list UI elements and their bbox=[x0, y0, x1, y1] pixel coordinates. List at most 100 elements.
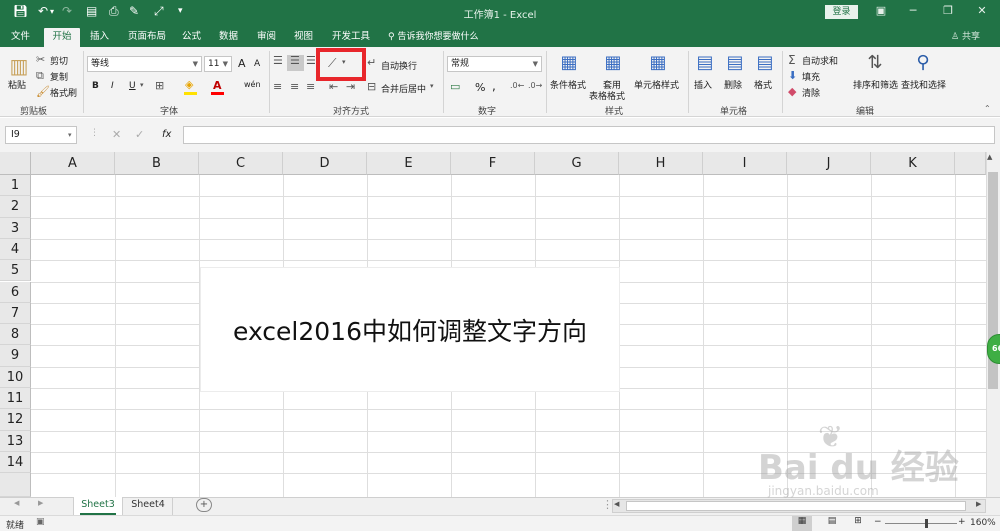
zoom-slider[interactable] bbox=[885, 523, 957, 524]
row-header[interactable]: 6 bbox=[0, 281, 31, 303]
align-right-icon[interactable]: ≡ bbox=[306, 80, 315, 93]
align-left-icon[interactable]: ≡ bbox=[273, 80, 282, 93]
tab-home[interactable]: 开始 bbox=[44, 28, 80, 47]
zoom-slider-thumb[interactable] bbox=[925, 519, 928, 528]
side-badge[interactable]: 66 bbox=[987, 334, 1000, 364]
bottom-align-icon[interactable]: ☰ bbox=[306, 54, 316, 67]
paste-button[interactable]: 粘贴 bbox=[8, 78, 26, 91]
bold-button[interactable]: B bbox=[92, 81, 99, 91]
column-header[interactable]: K bbox=[871, 152, 955, 175]
clear-button[interactable]: 清除 bbox=[802, 86, 820, 99]
row-header[interactable]: 4 bbox=[0, 238, 31, 261]
scissors-icon[interactable]: ✂ bbox=[36, 53, 45, 66]
tab-developer[interactable]: 开发工具 bbox=[327, 28, 375, 47]
column-header[interactable]: J bbox=[787, 152, 871, 175]
decrease-decimal-icon[interactable]: .0→ bbox=[528, 81, 542, 90]
autosum-button[interactable]: 自动求和 bbox=[802, 54, 838, 67]
sort-filter-button[interactable]: 排序和筛选 bbox=[853, 78, 898, 91]
format-painter-icon[interactable]: 🖌︎ bbox=[36, 85, 50, 98]
currency-icon[interactable]: ▭ bbox=[450, 80, 460, 93]
cut-button[interactable]: 剪切 bbox=[50, 54, 68, 67]
autosum-icon[interactable]: Σ bbox=[788, 53, 796, 67]
row-header[interactable]: 13 bbox=[0, 430, 31, 452]
increase-decimal-icon[interactable]: .0← bbox=[510, 81, 524, 90]
ribbon-display-icon[interactable]: ▣ bbox=[871, 4, 891, 20]
delete-cells-button[interactable]: 删除 bbox=[724, 78, 742, 91]
format-as-table-button-line2[interactable]: 表格格式 bbox=[589, 89, 625, 102]
tab-data[interactable]: 数据 bbox=[214, 28, 243, 47]
cell-styles-button[interactable]: 单元格样式 bbox=[634, 78, 679, 91]
insert-cells-icon[interactable]: ▤ bbox=[694, 52, 716, 73]
formula-input[interactable] bbox=[183, 126, 995, 144]
middle-align-icon[interactable]: ☰ bbox=[290, 54, 300, 67]
italic-button[interactable]: I bbox=[111, 81, 114, 91]
row-header[interactable]: 3 bbox=[0, 217, 31, 239]
column-header[interactable]: H bbox=[619, 152, 703, 175]
format-as-table-icon[interactable]: ▦ bbox=[600, 52, 626, 76]
comma-button[interactable]: , bbox=[492, 79, 496, 93]
copy-button[interactable]: 复制 bbox=[50, 70, 68, 83]
underline-button[interactable]: U bbox=[129, 81, 136, 91]
login-button[interactable]: 登录 bbox=[825, 5, 858, 19]
page-break-view-icon[interactable]: ⊞ bbox=[848, 516, 868, 531]
cell-styles-icon[interactable]: ▦ bbox=[645, 52, 671, 76]
wrap-text-icon[interactable]: ↵ bbox=[367, 56, 376, 69]
fill-button[interactable]: 填充 bbox=[802, 70, 820, 83]
tell-me-search[interactable]: ⚲ 告诉我你想要做什么 bbox=[388, 29, 478, 42]
borders-icon[interactable]: ⊞ bbox=[155, 79, 164, 92]
column-header[interactable]: I bbox=[703, 152, 787, 175]
row-header[interactable]: 8 bbox=[0, 324, 31, 346]
zoom-out-icon[interactable]: − bbox=[874, 517, 882, 527]
find-icon[interactable]: ⚲ bbox=[910, 52, 936, 73]
cancel-icon[interactable]: ✕ bbox=[112, 128, 121, 141]
row-header[interactable]: 9 bbox=[0, 345, 31, 367]
percent-button[interactable]: % bbox=[475, 81, 485, 94]
tab-view[interactable]: 视图 bbox=[289, 28, 318, 47]
conditional-format-icon[interactable]: ▦ bbox=[556, 52, 582, 76]
horizontal-scroll-thumb[interactable] bbox=[626, 501, 966, 511]
number-format-select[interactable]: 常规 ▼ bbox=[447, 56, 542, 72]
minimize-icon[interactable]: ─ bbox=[903, 4, 923, 20]
row-header[interactable]: 5 bbox=[0, 260, 31, 282]
insert-cells-button[interactable]: 插入 bbox=[694, 78, 712, 91]
tab-formulas[interactable]: 公式 bbox=[177, 28, 206, 47]
merge-center-icon[interactable]: ⊟ bbox=[367, 80, 376, 93]
tab-file[interactable]: 文件 bbox=[6, 28, 35, 47]
column-header-partial[interactable] bbox=[955, 152, 986, 175]
row-header[interactable]: 14 bbox=[0, 451, 31, 474]
row-header[interactable]: 1 bbox=[0, 175, 31, 197]
column-header[interactable]: A bbox=[31, 152, 115, 175]
row-header[interactable]: 11 bbox=[0, 388, 31, 410]
tab-page-layout[interactable]: 页面布局 bbox=[123, 28, 171, 47]
wrap-text-button[interactable]: 自动换行 bbox=[381, 59, 417, 72]
tab-review[interactable]: 审阅 bbox=[252, 28, 281, 47]
row-header-partial[interactable] bbox=[0, 473, 31, 497]
macro-record-icon[interactable]: ▣ bbox=[36, 517, 45, 527]
format-cells-icon[interactable]: ▤ bbox=[754, 52, 776, 73]
row-header[interactable]: 12 bbox=[0, 409, 31, 431]
decrease-indent-icon[interactable]: ⇤ bbox=[329, 80, 338, 93]
sheet-tab[interactable]: Sheet4 bbox=[124, 497, 173, 515]
font-name-select[interactable]: 等线 ▼ bbox=[87, 56, 202, 72]
fill-down-icon[interactable]: ⬇ bbox=[788, 69, 797, 82]
column-header[interactable]: B bbox=[115, 152, 199, 175]
increase-indent-icon[interactable]: ⇥ bbox=[346, 80, 355, 93]
format-painter-button[interactable]: 格式刷 bbox=[50, 86, 77, 99]
font-size-select[interactable]: 11 ▼ bbox=[204, 56, 232, 72]
top-align-icon[interactable]: ☰ bbox=[273, 54, 283, 67]
chevron-down-icon[interactable]: ▾ bbox=[430, 82, 434, 90]
fill-color-icon[interactable]: ◈ bbox=[185, 78, 193, 91]
phonetic-button[interactable]: wén bbox=[244, 80, 261, 89]
scroll-right-icon[interactable]: ▶ bbox=[976, 500, 981, 508]
grow-font-button[interactable]: A bbox=[238, 57, 246, 70]
column-header[interactable]: G bbox=[535, 152, 619, 175]
normal-view-icon[interactable]: ▦ bbox=[792, 516, 812, 531]
prev-sheet-icon[interactable]: ◀ bbox=[14, 499, 19, 507]
insert-function-button[interactable]: fx bbox=[162, 129, 171, 140]
delete-cells-icon[interactable]: ▤ bbox=[724, 52, 746, 73]
chevron-down-icon[interactable]: ▾ bbox=[140, 81, 144, 89]
column-header[interactable]: F bbox=[451, 152, 535, 175]
next-sheet-icon[interactable]: ▶ bbox=[38, 499, 43, 507]
row-header[interactable]: 7 bbox=[0, 302, 31, 325]
name-box[interactable]: I9 ▾ bbox=[5, 126, 77, 144]
